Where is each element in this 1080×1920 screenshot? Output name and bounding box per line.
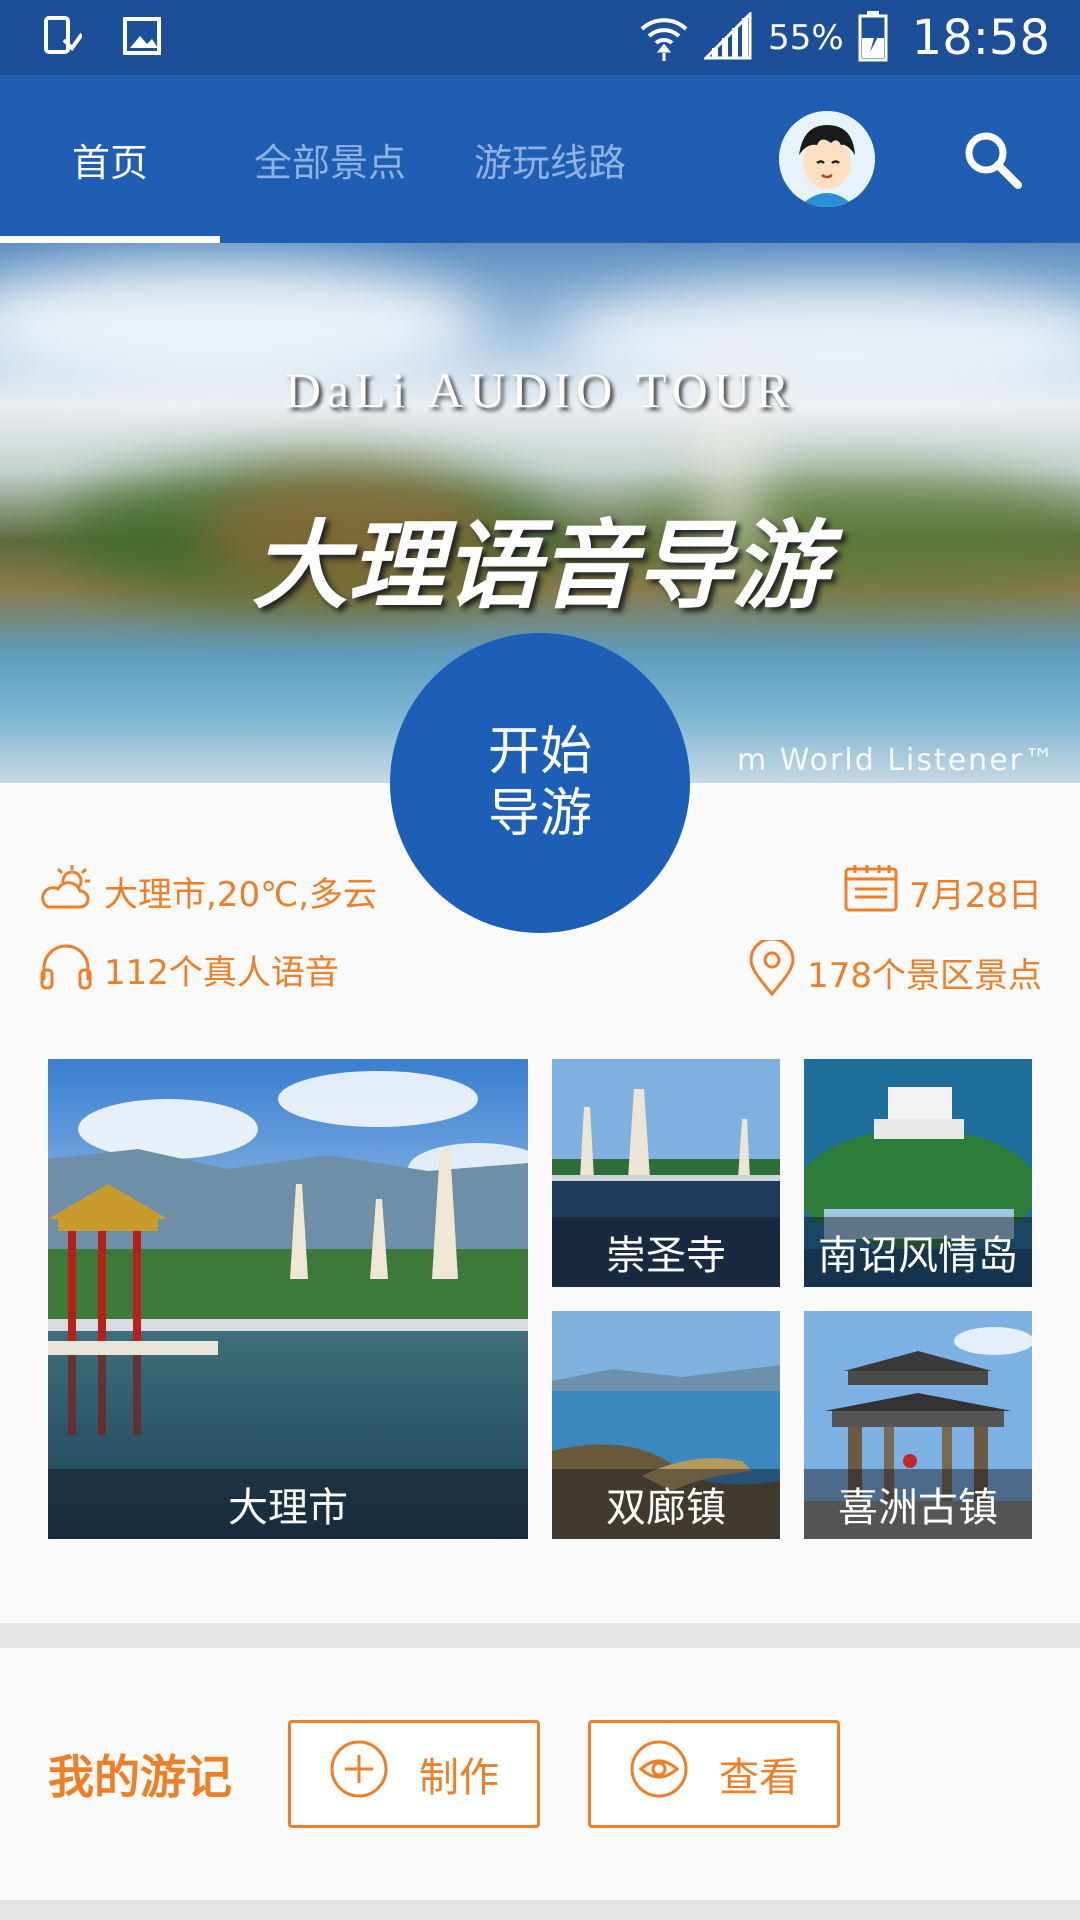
dali-photo	[48, 1059, 528, 1539]
wifi-icon	[638, 11, 690, 65]
create-note-button[interactable]: 制作	[288, 1720, 540, 1828]
create-note-label: 制作	[419, 1755, 499, 1801]
tab-home[interactable]: 首页	[0, 75, 220, 243]
tab-tour-routes[interactable]: 游玩线路	[460, 75, 640, 243]
spots-text: 178个景区景点	[807, 956, 1042, 996]
clock: 18:58	[911, 9, 1050, 66]
location-pin-icon	[747, 937, 797, 1005]
destination-tile-nanzhao-island[interactable]: 南诏风情岛	[804, 1059, 1032, 1287]
eye-icon	[629, 1739, 689, 1809]
destination-tile-shuanglang[interactable]: 双廊镇	[552, 1311, 780, 1539]
active-tab-indicator	[0, 236, 220, 243]
search-icon	[960, 132, 1024, 195]
date-text: 7月28日	[909, 876, 1042, 916]
destination-tile-dali[interactable]: 大理市	[48, 1059, 528, 1539]
destination-label: 大理市	[48, 1469, 528, 1539]
travel-notes-panel: 我的游记 制作 查看	[0, 1648, 1080, 1900]
plus-circle-icon	[329, 1739, 389, 1809]
device-download-icon	[42, 14, 84, 62]
banner-title: 大理语音导游	[252, 509, 828, 622]
view-notes-button[interactable]: 查看	[588, 1720, 840, 1828]
destination-tile-xizhou-town[interactable]: 喜洲古镇	[804, 1311, 1032, 1539]
weather-info: 大理市,20℃,多云	[38, 863, 377, 920]
partly-cloudy-icon	[38, 863, 94, 920]
image-icon	[122, 16, 162, 60]
search-button[interactable]	[960, 127, 1024, 191]
start-tour-button[interactable]: 开始 导游	[390, 633, 690, 933]
banner-credit: m World Listener™	[737, 743, 1056, 778]
signal-icon	[702, 9, 754, 64]
spots-info: 178个景区景点	[747, 937, 1042, 1005]
destination-label: 南诏风情岛	[804, 1217, 1032, 1287]
destination-label: 双廊镇	[552, 1469, 780, 1539]
battery-charging-icon	[858, 10, 888, 66]
voices-text: 112个真人语音	[104, 953, 339, 993]
view-notes-label: 查看	[719, 1755, 799, 1801]
travel-notes-title: 我的游记	[48, 1750, 232, 1804]
weather-text: 大理市,20℃,多云	[104, 875, 378, 915]
start-tour-label-line1: 开始	[487, 722, 592, 782]
destination-label: 崇圣寺	[552, 1217, 780, 1287]
start-tour-label-line2: 导游	[487, 784, 592, 844]
top-app-bar: 首页 全部景点 游玩线路	[0, 75, 1080, 243]
voices-info: 112个真人语音	[38, 940, 339, 999]
battery-percent: 55%	[768, 17, 844, 58]
date-info: 7月28日	[843, 863, 1042, 922]
calendar-icon	[843, 863, 899, 922]
tab-all-attractions[interactable]: 全部景点	[240, 75, 420, 243]
user-avatar[interactable]	[779, 111, 875, 207]
headphones-icon	[38, 940, 94, 999]
destination-tile-chongsheng-temple[interactable]: 崇圣寺	[552, 1059, 780, 1287]
status-bar: 55% 18:58	[0, 0, 1080, 75]
destination-label: 喜洲古镇	[804, 1469, 1032, 1539]
banner-subtitle: DaLi AUDIO TOUR	[284, 362, 796, 418]
